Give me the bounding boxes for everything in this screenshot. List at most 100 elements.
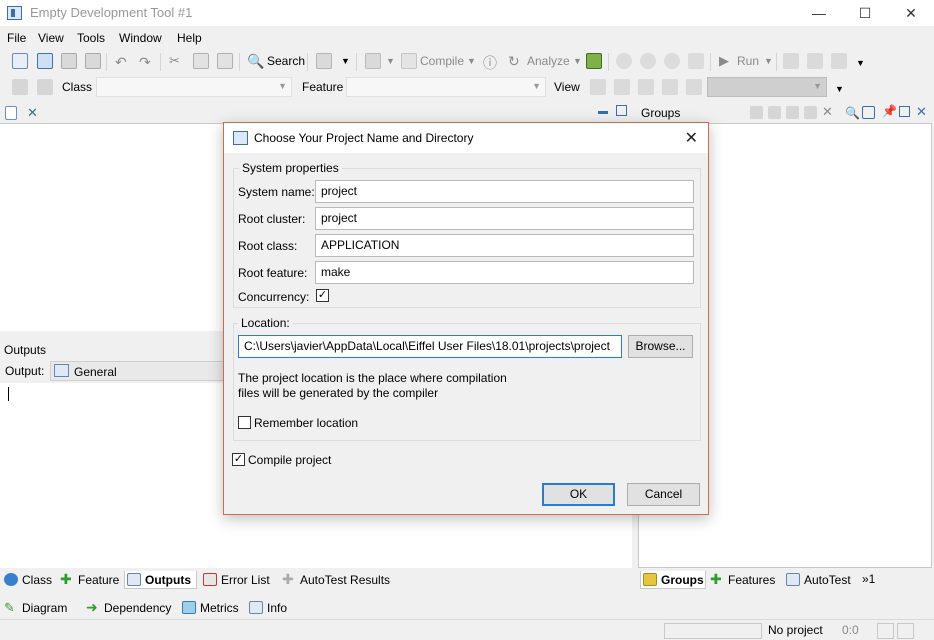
tab-info[interactable]: Info bbox=[247, 599, 287, 617]
run-button[interactable]: Run bbox=[737, 54, 759, 68]
pin-icon[interactable]: 📌 bbox=[882, 104, 897, 118]
statusbar: No project 0:0 bbox=[0, 619, 934, 640]
cut-icon[interactable]: ✂ bbox=[169, 53, 185, 69]
browse-button[interactable]: Browse... bbox=[628, 335, 693, 358]
view-basic-icon[interactable] bbox=[590, 79, 606, 95]
step-over-icon[interactable] bbox=[807, 53, 823, 69]
close-panel-icon[interactable]: ✕ bbox=[916, 104, 927, 120]
analyze-button[interactable]: Analyze bbox=[527, 54, 570, 68]
link-editor-icon[interactable] bbox=[862, 106, 875, 119]
search-icon[interactable]: 🔍 bbox=[845, 106, 860, 120]
close-button[interactable]: ✕ bbox=[888, 0, 934, 26]
view-contract-icon[interactable] bbox=[662, 79, 678, 95]
tab-features[interactable]: ✚ Features bbox=[708, 571, 775, 589]
view-flat-icon[interactable] bbox=[638, 79, 654, 95]
tab-autotest-results[interactable]: ✚ AutoTest Results bbox=[280, 571, 390, 589]
run-dropdown-icon[interactable]: ▼ bbox=[764, 56, 773, 66]
new-cluster-icon[interactable] bbox=[750, 106, 763, 119]
view-combo[interactable]: ▼ bbox=[707, 77, 827, 97]
delete-icon[interactable]: ✕ bbox=[822, 104, 833, 120]
tab-overflow-button[interactable]: »1 bbox=[862, 572, 875, 586]
back-icon[interactable] bbox=[12, 79, 28, 95]
editor-tab-icon[interactable] bbox=[5, 106, 17, 120]
menu-help[interactable]: Help bbox=[177, 31, 202, 45]
root-feature-field[interactable]: make bbox=[315, 261, 694, 284]
compile-icon[interactable] bbox=[401, 53, 417, 69]
workbench-dropdown-icon[interactable]: ▼ bbox=[386, 56, 395, 66]
save-icon[interactable] bbox=[61, 53, 77, 69]
workbench-icon[interactable] bbox=[365, 53, 381, 69]
feature-combo[interactable]: ▼ bbox=[346, 77, 546, 97]
new-feature-icon[interactable] bbox=[786, 106, 799, 119]
breakpoints-icon[interactable] bbox=[688, 53, 704, 69]
new-file-icon[interactable] bbox=[12, 53, 28, 69]
ok-button[interactable]: OK bbox=[542, 483, 615, 506]
remember-location-checkbox[interactable] bbox=[238, 416, 251, 429]
concurrency-checkbox[interactable]: ✓ bbox=[316, 289, 329, 302]
compile-project-checkbox[interactable]: ✓ bbox=[232, 453, 245, 466]
menu-file[interactable]: File bbox=[7, 31, 26, 45]
search-icon[interactable]: 🔍 bbox=[247, 53, 264, 69]
maximize-panel-icon[interactable] bbox=[899, 106, 910, 117]
dependency-icon: ➜ bbox=[86, 599, 98, 615]
tab-autotest[interactable]: AutoTest bbox=[784, 571, 851, 589]
system-properties-label: System properties bbox=[239, 161, 342, 175]
redo-icon[interactable]: ↷ bbox=[139, 54, 155, 70]
undo-icon[interactable]: ↶ bbox=[115, 54, 131, 70]
view-interface-icon[interactable] bbox=[686, 79, 702, 95]
paste-icon[interactable] bbox=[217, 53, 233, 69]
tab-groups[interactable]: Groups bbox=[640, 571, 706, 589]
run-icon[interactable]: ▶ bbox=[719, 53, 735, 69]
maximize-panel-icon[interactable] bbox=[616, 105, 627, 116]
debug-icon[interactable] bbox=[640, 53, 656, 69]
dialog-close-icon[interactable]: ✕ bbox=[685, 128, 698, 148]
menu-view[interactable]: View bbox=[38, 31, 64, 45]
run-tests-icon[interactable] bbox=[586, 53, 602, 69]
minimize-button[interactable]: — bbox=[796, 0, 842, 26]
copy-icon[interactable] bbox=[193, 53, 209, 69]
print-dropdown-icon[interactable]: ▼ bbox=[341, 56, 350, 66]
tab-error-list[interactable]: Error List bbox=[201, 571, 270, 589]
tab-groups-label: Groups bbox=[661, 573, 704, 587]
stop-debug-icon[interactable] bbox=[664, 53, 680, 69]
class-combo[interactable]: ▼ bbox=[96, 77, 292, 97]
menu-tools[interactable]: Tools bbox=[77, 31, 105, 45]
cancel-button[interactable]: Cancel bbox=[627, 483, 700, 506]
save-all-icon[interactable] bbox=[85, 53, 101, 69]
tab-diagram[interactable]: ✎ Diagram bbox=[2, 599, 67, 617]
dialog-app-icon bbox=[233, 131, 248, 145]
remember-location-label: Remember location bbox=[254, 416, 359, 430]
tab-dependency[interactable]: ➜ Dependency bbox=[84, 599, 171, 617]
print-icon[interactable] bbox=[316, 53, 332, 69]
location-field[interactable]: C:\Users\javier\AppData\Local\Eiffel Use… bbox=[238, 335, 622, 358]
tab-metrics[interactable]: Metrics bbox=[180, 599, 239, 617]
tab-outputs[interactable]: Outputs bbox=[124, 571, 197, 589]
output-select[interactable]: General bbox=[50, 361, 225, 381]
new-class-icon[interactable] bbox=[768, 106, 781, 119]
root-class-field[interactable]: APPLICATION bbox=[315, 234, 694, 257]
compile-dropdown-icon[interactable]: ▼ bbox=[467, 56, 476, 66]
forward-icon[interactable] bbox=[37, 79, 53, 95]
toolbar-separator bbox=[776, 53, 777, 71]
maximize-button[interactable]: ☐ bbox=[842, 0, 888, 26]
step-out-icon[interactable] bbox=[831, 53, 847, 69]
step-into-icon[interactable] bbox=[783, 53, 799, 69]
minimize-panel-icon[interactable]: ▬ bbox=[598, 106, 608, 117]
analyze-dropdown-icon[interactable]: ▼ bbox=[573, 56, 582, 66]
filter-icon[interactable] bbox=[804, 106, 817, 119]
tab-class[interactable]: Class bbox=[2, 571, 52, 589]
info-icon[interactable]: ⓘ bbox=[483, 53, 499, 71]
toolbar-overflow-icon[interactable]: ▼ bbox=[856, 58, 865, 68]
search-button[interactable]: Search bbox=[267, 54, 305, 68]
bug-icon[interactable] bbox=[616, 53, 632, 69]
view-clickable-icon[interactable] bbox=[614, 79, 630, 95]
menu-window[interactable]: Window bbox=[119, 31, 162, 45]
system-name-field[interactable]: project bbox=[315, 180, 694, 203]
tab-feature[interactable]: ✚ Feature bbox=[58, 571, 119, 589]
toolbar2-overflow-icon[interactable]: ▼ bbox=[835, 84, 844, 94]
open-project-icon[interactable] bbox=[37, 53, 53, 69]
close-editor-icon[interactable]: ✕ bbox=[27, 105, 38, 121]
compile-button[interactable]: Compile bbox=[420, 54, 464, 68]
analyze-icon[interactable]: ↻ bbox=[508, 53, 524, 69]
root-cluster-field[interactable]: project bbox=[315, 207, 694, 230]
